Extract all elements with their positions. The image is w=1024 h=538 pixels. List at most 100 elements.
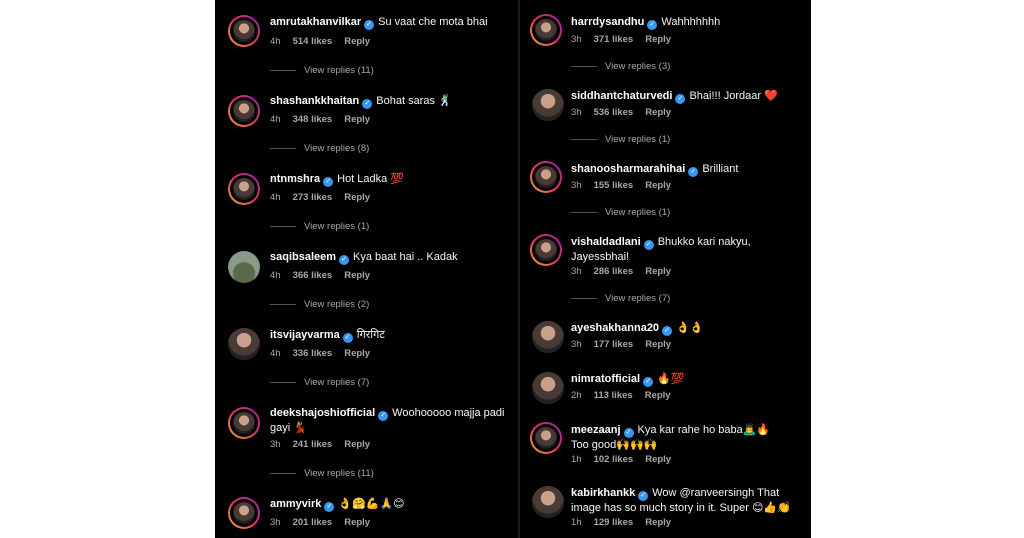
comment-text: Bhai!!! Jordaar ❤️ [689,90,778,102]
comment-likes[interactable]: 536 likes [594,107,634,118]
reply-button[interactable]: Reply [645,266,671,277]
comment-likes[interactable]: 336 likes [293,348,333,359]
verified-badge-icon: ✓ [647,20,658,30]
comment-likes[interactable]: 286 likes [594,266,634,277]
comment-username[interactable]: shanoosharmarahihai [571,163,685,175]
comment-time: 3h [571,339,582,350]
avatar[interactable] [532,372,564,404]
verified-badge-icon: ✓ [364,20,375,30]
avatar[interactable] [228,328,260,360]
view-replies-button[interactable]: View replies (1) [270,221,369,233]
reply-button[interactable]: Reply [645,517,671,528]
view-replies-button[interactable]: View replies (7) [270,377,369,389]
comment-username[interactable]: ntnmshra [270,173,320,185]
comment-username[interactable]: kabirkhankk [571,487,635,499]
comment-likes[interactable]: 201 likes [293,517,333,528]
avatar[interactable] [530,234,562,266]
avatar[interactable] [228,95,260,127]
verified-badge-icon: ✓ [643,240,654,250]
comments-panel-left: amrutakhanvilkar ✓ Su vaat che mota bhai 4… [215,0,518,538]
view-replies-button[interactable]: View replies (11) [270,468,374,480]
comment-time: 4h [270,114,281,125]
avatar[interactable] [530,422,562,454]
avatar[interactable] [530,14,562,46]
reply-button[interactable]: Reply [344,270,370,281]
comment-likes[interactable]: 241 likes [293,439,333,450]
view-replies-button[interactable]: View replies (7) [571,293,670,305]
comment-username[interactable]: saqibsaleem [270,251,336,263]
reply-button[interactable]: Reply [344,192,370,203]
avatar[interactable] [532,321,564,353]
verified-badge-icon: ✓ [638,491,649,501]
comment-time: 3h [571,180,582,191]
verified-badge-icon: ✓ [643,377,654,387]
comment-text: Kya baat hai .. Kadak [353,251,458,263]
avatar[interactable] [228,173,260,205]
comment-likes[interactable]: 273 likes [293,192,333,203]
comment-text: 👌👌 [676,322,704,334]
verified-badge-icon: ✓ [662,326,673,336]
screenshot-canvas: amrutakhanvilkar ✓ Su vaat che mota bhai 4… [0,0,1024,538]
view-replies-button[interactable]: View replies (8) [270,143,369,155]
comment-username[interactable]: ammyvirk [270,498,321,510]
comment-username[interactable]: vishaldadlani [571,236,641,248]
comment-username[interactable]: ayeshakhanna20 [571,322,659,334]
view-replies-button[interactable]: View replies (2) [270,299,369,311]
reply-button[interactable]: Reply [344,36,370,47]
comment-username[interactable]: harrdysandhu [571,16,644,28]
comment-time: 3h [571,266,582,277]
reply-button[interactable]: Reply [344,517,370,528]
avatar[interactable] [532,89,564,121]
comment-text: Bohat saras 🕺 [376,95,452,107]
reply-button[interactable]: Reply [645,180,671,191]
avatar[interactable] [530,161,562,193]
reply-button[interactable]: Reply [344,439,370,450]
comment-likes[interactable]: 514 likes [293,36,333,47]
reply-button[interactable]: Reply [645,339,671,350]
comment-username[interactable]: siddhantchaturvedi [571,90,672,102]
comment-likes[interactable]: 102 likes [594,454,634,465]
comment-likes[interactable]: 348 likes [293,114,333,125]
comment-text: 👌🤗💪🙏😊 [338,498,405,510]
comment-username[interactable]: deekshajoshiofficial [270,407,375,419]
reply-button[interactable]: Reply [645,34,671,45]
comment-username[interactable]: nimratofficial [571,373,640,385]
comment-likes[interactable]: 129 likes [594,517,634,528]
comment-likes[interactable]: 366 likes [293,270,333,281]
view-replies-button[interactable]: View replies (3) [571,61,670,73]
avatar[interactable] [228,407,260,439]
comment-time: 3h [270,439,281,450]
reply-button[interactable]: Reply [645,390,671,401]
comment-likes[interactable]: 371 likes [594,34,634,45]
view-replies-button[interactable]: View replies (1) [571,134,670,146]
avatar[interactable] [228,251,260,283]
comment-time: 3h [270,517,281,528]
reply-button[interactable]: Reply [645,454,671,465]
comment-username[interactable]: itsvijayvarma [270,329,340,341]
comment-text: Su vaat che mota bhai [378,16,488,28]
view-replies-button[interactable]: View replies (1) [571,207,670,219]
verified-badge-icon: ✓ [675,94,686,104]
comment-likes[interactable]: 155 likes [594,180,634,191]
comment-time: 4h [270,36,281,47]
comment-username[interactable]: amrutakhanvilkar [270,16,361,28]
comment-time: 4h [270,192,281,203]
verified-badge-icon: ✓ [362,99,373,109]
comment-text: Hot Ladka 💯 [337,173,405,185]
comment-username[interactable]: shashankkhaitan [270,95,359,107]
comments-panel-right: harrdysandhu ✓ Wahhhhhhh 3h 371 likes Reply … [520,0,811,538]
comment-likes[interactable]: 113 likes [594,390,633,401]
comment-text: Wahhhhhhh [661,16,721,28]
avatar[interactable] [228,15,260,47]
comment-likes[interactable]: 177 likes [594,339,634,350]
avatar[interactable] [228,497,260,529]
reply-button[interactable]: Reply [344,348,370,359]
comment-time: 3h [571,34,582,45]
reply-button[interactable]: Reply [645,107,671,118]
view-replies-button[interactable]: View replies (11) [270,65,374,77]
comment-username[interactable]: meezaanj [571,424,621,436]
reply-button[interactable]: Reply [344,114,370,125]
verified-badge-icon: ✓ [323,177,334,187]
avatar[interactable] [532,486,564,518]
comment-time: 4h [270,348,281,359]
